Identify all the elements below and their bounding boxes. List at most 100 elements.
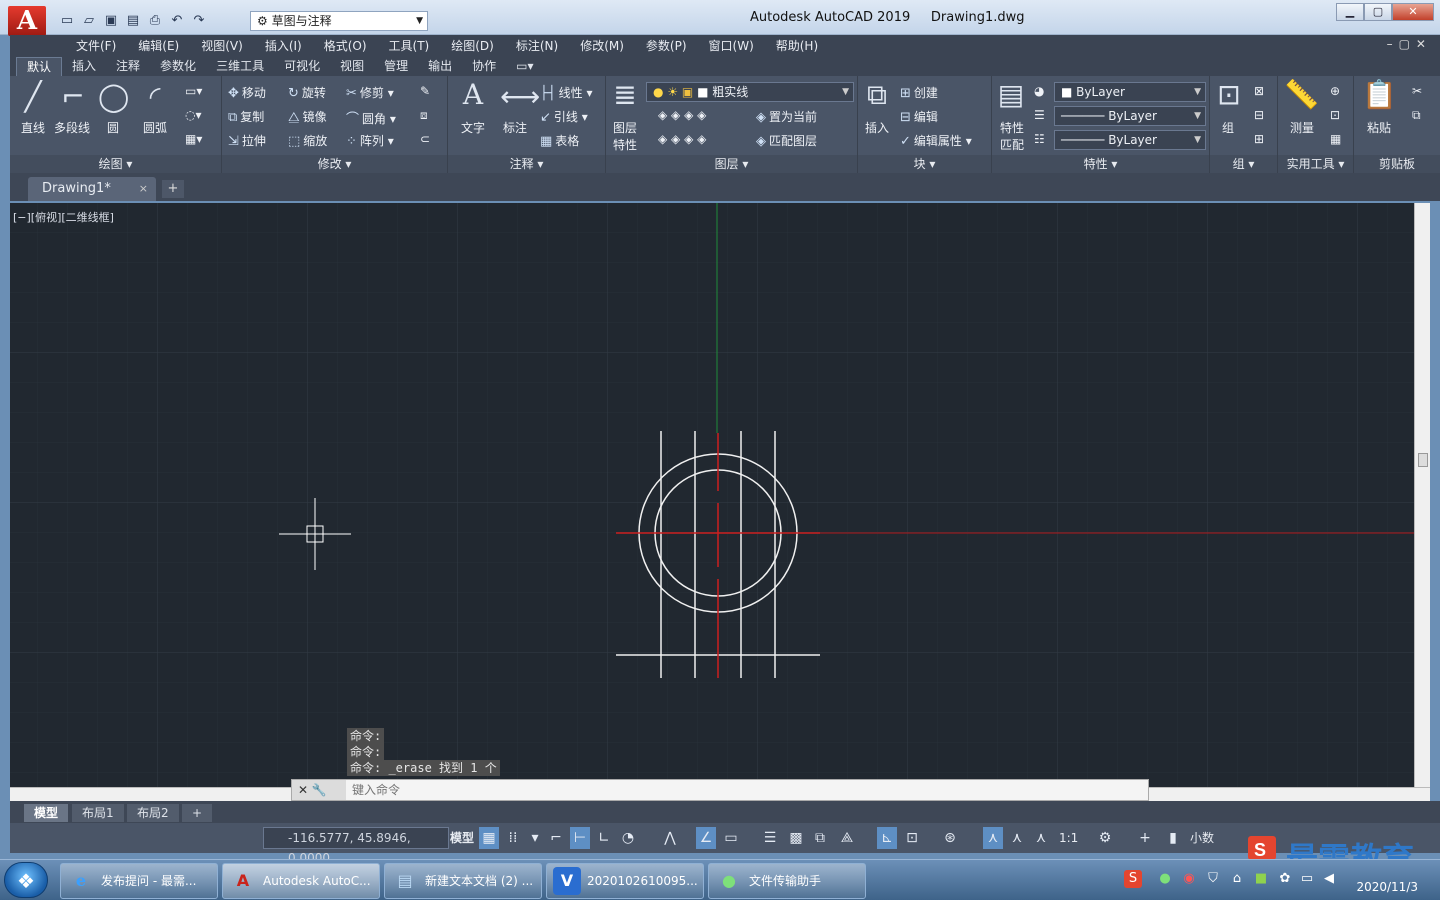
grid-icon[interactable]: ▦ (479, 827, 499, 849)
workspace-select[interactable]: ⚙ 草图与注释 ▼ (250, 11, 428, 31)
menu-format[interactable]: 格式(O) (313, 37, 378, 54)
drawing-svg[interactable] (10, 203, 1414, 787)
autocad-logo-icon[interactable]: A (8, 6, 46, 36)
close-button[interactable]: ✕ (1392, 3, 1434, 21)
new-tab-button[interactable]: + (162, 180, 184, 198)
command-input[interactable] (352, 781, 1132, 799)
line-button[interactable]: 直线 (21, 119, 45, 136)
explode-icon[interactable]: ⧈ (420, 108, 428, 123)
saveas-icon[interactable]: ▤ (124, 12, 142, 30)
tab-3d-tools[interactable]: 三维工具 (206, 57, 274, 76)
paste-icon[interactable]: 📋 (1362, 80, 1397, 110)
text-icon[interactable]: A (458, 80, 488, 110)
paste-button[interactable]: 粘贴 (1367, 119, 1391, 136)
menu-draw[interactable]: 绘图(D) (440, 37, 505, 54)
open-icon[interactable]: ▱ (80, 12, 98, 30)
panel-block-title[interactable]: 块 ▾ (858, 155, 991, 173)
circle-button[interactable]: 圆 (107, 119, 119, 136)
taskbar-item-video[interactable]: V 2020102610095... (546, 863, 704, 899)
scale-button[interactable]: ⬚ 缩放 (288, 132, 327, 149)
fillet-button[interactable]: ⌒ 圆角 ▾ (346, 108, 396, 127)
ungroup-icon[interactable]: ⊠ (1254, 84, 1264, 98)
clock-date[interactable]: 2020/11/3 (1356, 880, 1418, 894)
quick-select-icon[interactable]: ⊕ (1330, 84, 1340, 98)
tab-output[interactable]: 输出 (418, 57, 462, 76)
menu-file[interactable]: 文件(F) (65, 37, 127, 54)
minimize-button[interactable]: ▁ (1336, 3, 1364, 21)
menu-modify[interactable]: 修改(M) (569, 37, 635, 54)
gear-icon[interactable]: ⚙ (1095, 827, 1115, 849)
menu-insert[interactable]: 插入(I) (254, 37, 313, 54)
line-icon[interactable]: ╱ (18, 82, 48, 112)
group-icon[interactable]: ⊡ (1214, 80, 1244, 110)
wrench-icon[interactable]: 🔧 (312, 783, 327, 797)
network-icon[interactable]: ⌂ (1228, 870, 1246, 888)
edit-attr-button[interactable]: ✓ 编辑属性 ▾ (900, 132, 972, 149)
redo-icon[interactable]: ↷ (190, 12, 208, 30)
panel-layers-title[interactable]: 图层 ▾ (606, 155, 857, 173)
maximize-button[interactable]: ▢ (1364, 3, 1392, 21)
print-icon[interactable]: ⎙ (146, 12, 164, 30)
ribbon-toggle-icon[interactable]: ▭▾ (506, 57, 543, 76)
document-tab[interactable]: Drawing1* × (28, 177, 156, 201)
insert-block-button[interactable]: 插入 (865, 119, 889, 136)
layer-tools-row-1[interactable]: ◈ ◈ ◈ ◈ (658, 108, 706, 122)
menu-parametric[interactable]: 参数(P) (635, 37, 698, 54)
wechat-tray-icon[interactable]: ● (1156, 870, 1174, 888)
selection-filter-icon[interactable]: ⊡ (902, 827, 922, 849)
menu-view[interactable]: 视图(V) (190, 37, 254, 54)
display-icon[interactable]: ▭ (1298, 870, 1316, 888)
color-wheel-icon[interactable]: ◕ (1034, 84, 1044, 98)
copy-clip-icon[interactable]: ⧉ (1412, 108, 1421, 123)
annotation-visibility-icon[interactable]: ⋏ (983, 827, 1003, 849)
panel-utilities-title[interactable]: 实用工具 ▾ (1278, 155, 1353, 173)
tab-layout1[interactable]: 布局1 (72, 804, 124, 822)
tab-model[interactable]: 模型 (24, 804, 69, 822)
snap-icon[interactable]: ⁞⁞ (503, 827, 523, 849)
3d-osnap-icon[interactable]: ⟁ (837, 827, 857, 849)
layer-properties-icon[interactable]: ≣ (610, 80, 640, 110)
match-properties-button-1[interactable]: 特性 (1000, 119, 1024, 136)
tab-layout2[interactable]: 布局2 (127, 804, 179, 822)
new-icon[interactable]: ▭ (58, 12, 76, 30)
rotate-button[interactable]: ↻ 旋转 (288, 84, 326, 101)
taskbar-item-wechat[interactable]: ● 文件传输助手 (708, 863, 866, 899)
dimension-icon[interactable]: ⟷ (500, 82, 540, 112)
layer-properties-button-1[interactable]: 图层 (613, 119, 637, 136)
vertical-scrollbar[interactable] (1414, 203, 1430, 787)
shield-icon[interactable]: ⛉ (1204, 870, 1222, 888)
group-select-icon[interactable]: ⊞ (1254, 132, 1264, 146)
undo-icon[interactable]: ↶ (168, 12, 186, 30)
panel-modify-title[interactable]: 修改 ▾ (222, 155, 447, 173)
select-all-icon[interactable]: ⊡ (1330, 108, 1340, 122)
gizmo-icon[interactable]: ⊛ (940, 827, 960, 849)
lineweight-display-icon[interactable]: ☰ (760, 827, 780, 849)
menu-window[interactable]: 窗口(W) (698, 37, 765, 54)
isodraft-icon[interactable]: ⋀ (660, 827, 680, 849)
offset-icon[interactable]: ⊂ (420, 132, 430, 146)
taskbar-item-notepad[interactable]: ▤ 新建文本文档 (2) ... (384, 863, 542, 899)
dynamic-input-icon[interactable]: ⊢ (570, 827, 590, 849)
menu-tools[interactable]: 工具(T) (378, 37, 441, 54)
close-icon[interactable]: × (139, 177, 148, 201)
create-block-button[interactable]: ⊞ 创建 (900, 84, 938, 101)
object-snap-tracking-icon[interactable]: ∠ (696, 827, 716, 849)
app-tray-icon[interactable]: ✿ (1276, 870, 1294, 888)
make-current-button[interactable]: ◈ 置为当前 (756, 108, 817, 125)
hatch-icon[interactable]: ◌▾ (185, 108, 202, 122)
tab-default[interactable]: 默认 (16, 57, 63, 76)
color-select[interactable]: ■ ByLayer ▼ (1054, 82, 1206, 102)
volume-icon[interactable]: ◀ (1320, 870, 1338, 888)
tab-parametric[interactable]: 参数化 (150, 57, 206, 76)
table-button[interactable]: ▦ 表格 (540, 132, 579, 149)
auto-scale-icon[interactable]: ⋏ (1007, 827, 1027, 849)
panel-annotation-title[interactable]: 注释 ▾ (448, 155, 605, 173)
stretch-button[interactable]: ⇲ 拉伸 (228, 132, 266, 149)
coordinate-readout[interactable]: -116.5777, 45.8946, 0.0000 (263, 827, 449, 865)
sogou-input-icon[interactable]: S (1124, 870, 1142, 888)
layer-select[interactable]: ● ☀ ▣ ■ 粗实线 ▼ (646, 82, 854, 102)
save-icon[interactable]: ▣ (102, 12, 120, 30)
close-icon[interactable]: ✕ (298, 783, 308, 797)
transparency-icon[interactable]: ▩ (786, 827, 806, 849)
doc-window-controls[interactable]: –▢✕ (1387, 37, 1432, 51)
